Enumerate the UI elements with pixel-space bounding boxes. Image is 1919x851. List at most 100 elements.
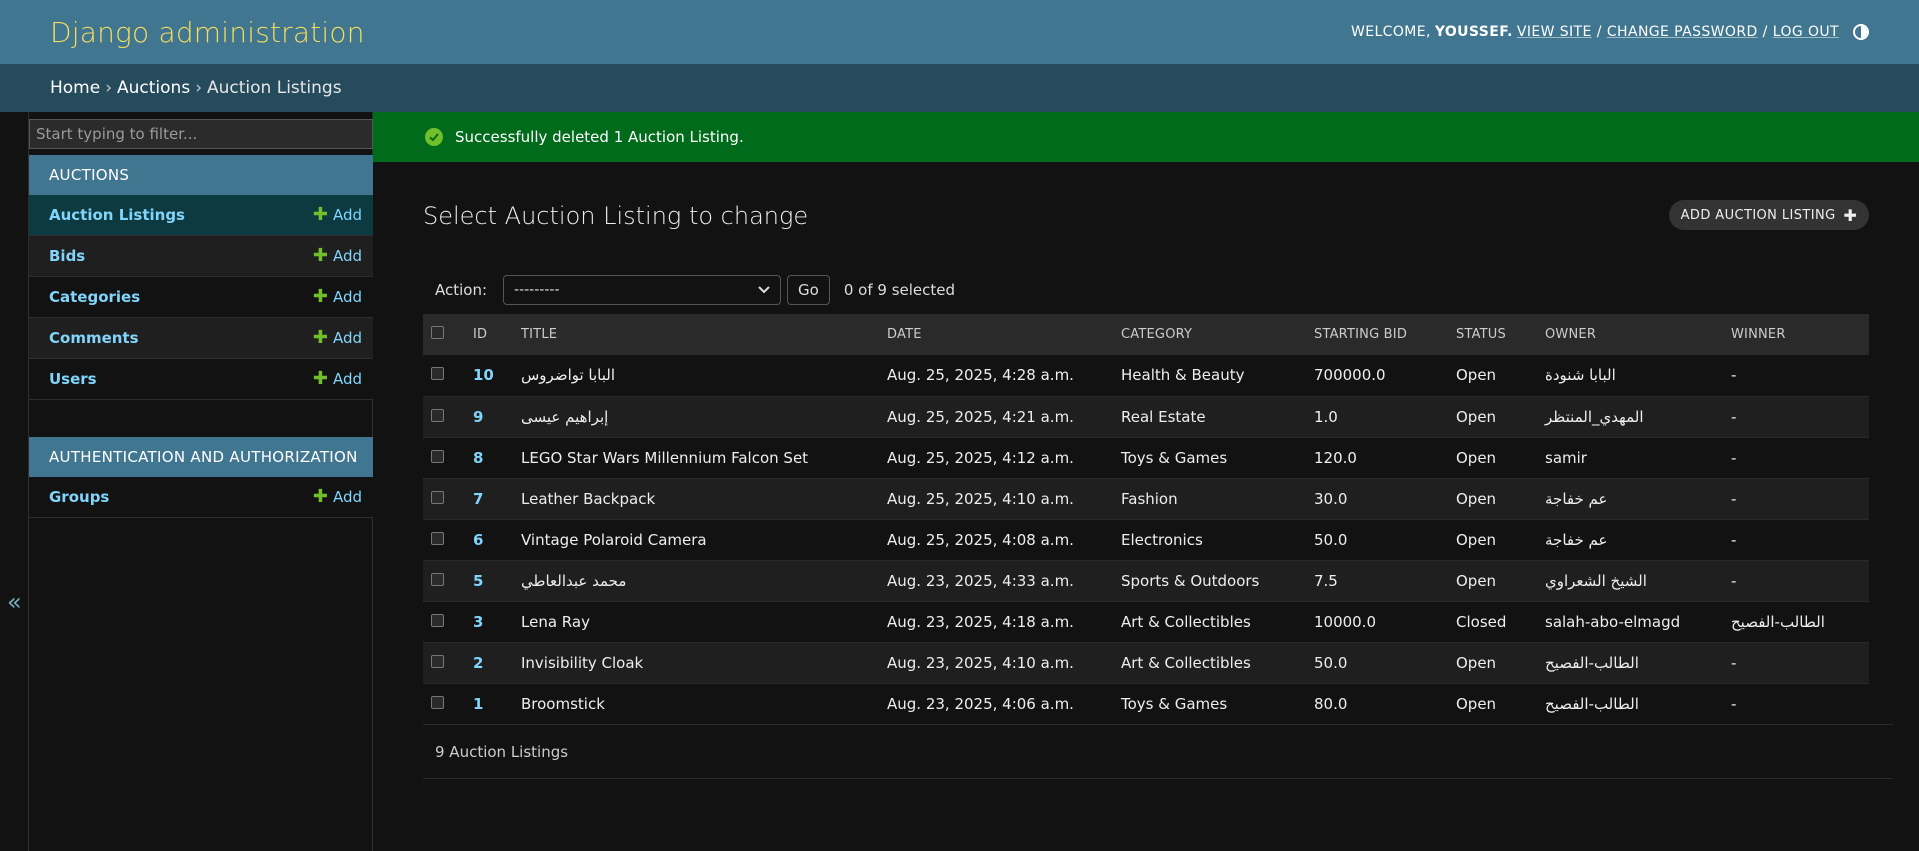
- sidebar-item-groups[interactable]: Groups ✚ Add: [29, 477, 373, 518]
- category-cell: Electronics: [1113, 519, 1306, 561]
- table-row: 9 إبراهيم عيسى Aug. 25, 2025, 4:21 a.m. …: [423, 396, 1869, 438]
- date-cell: Aug. 25, 2025, 4:21 a.m.: [879, 396, 1113, 438]
- status-cell: Open: [1448, 396, 1537, 438]
- add-icon: ✚: [312, 486, 328, 507]
- id-link[interactable]: 1: [473, 695, 483, 713]
- row-checkbox[interactable]: [431, 572, 444, 586]
- bid-cell: 700000.0: [1306, 355, 1448, 397]
- sidebar-add-link[interactable]: ✚ Add: [312, 368, 362, 389]
- row-checkbox[interactable]: [431, 613, 444, 627]
- bid-cell: 50.0: [1306, 519, 1448, 561]
- winner-cell: الطالب-الفصيح: [1723, 601, 1869, 643]
- sidebar-item-label[interactable]: Categories: [49, 288, 140, 306]
- view-site-link[interactable]: VIEW SITE: [1517, 24, 1592, 40]
- column-header-status[interactable]: STATUS: [1448, 314, 1537, 355]
- row-checkbox[interactable]: [431, 490, 444, 504]
- module-caption-auctions[interactable]: AUCTIONS: [29, 155, 373, 195]
- row-select-cell: [423, 355, 465, 397]
- date-cell: Aug. 23, 2025, 4:10 a.m.: [879, 642, 1113, 684]
- table-row: 8 LEGO Star Wars Millennium Falcon Set A…: [423, 437, 1869, 479]
- page-title: Select Auction Listing to change: [423, 202, 809, 230]
- add-icon: ✚: [312, 368, 328, 389]
- main-content: Successfully deleted 1 Auction Listing. …: [373, 112, 1919, 851]
- column-header-starting-bid[interactable]: STARTING BID: [1306, 314, 1448, 355]
- column-header-owner[interactable]: OWNER: [1537, 314, 1723, 355]
- sidebar-item-label[interactable]: Users: [49, 370, 97, 388]
- row-select-cell: [423, 642, 465, 684]
- sidebar-item-categories[interactable]: Categories ✚ Add: [29, 277, 373, 318]
- id-link[interactable]: 7: [473, 490, 483, 508]
- sidebar-collapse-strip[interactable]: «: [0, 112, 29, 851]
- table-row: 1 Broomstick Aug. 23, 2025, 4:06 a.m. To…: [423, 683, 1869, 725]
- column-header-winner[interactable]: WINNER: [1723, 314, 1869, 355]
- go-button[interactable]: Go: [787, 275, 830, 305]
- add-auction-listing-button[interactable]: ADD AUCTION LISTING ✚: [1669, 200, 1869, 230]
- row-checkbox[interactable]: [431, 695, 444, 709]
- date-cell: Aug. 25, 2025, 4:12 a.m.: [879, 437, 1113, 479]
- row-checkbox[interactable]: [431, 654, 444, 668]
- sidebar-item-bids[interactable]: Bids ✚ Add: [29, 236, 373, 277]
- chevron-down-icon: [758, 286, 770, 294]
- category-cell: Art & Collectibles: [1113, 601, 1306, 643]
- sidebar-add-link[interactable]: ✚ Add: [312, 245, 362, 266]
- column-header-date[interactable]: DATE: [879, 314, 1113, 355]
- collapse-sidebar-icon[interactable]: «: [7, 590, 22, 614]
- sidebar-add-link[interactable]: ✚ Add: [313, 206, 362, 225]
- breadcrumb-home[interactable]: Home: [50, 78, 100, 98]
- date-cell: Aug. 25, 2025, 4:08 a.m.: [879, 519, 1113, 561]
- action-select[interactable]: ---------: [503, 275, 782, 305]
- title-cell: Leather Backpack: [513, 478, 879, 520]
- actions-bar: Action: --------- Go 0 of 9 selected: [423, 272, 1869, 308]
- row-checkbox[interactable]: [431, 367, 444, 381]
- id-cell: 7: [465, 478, 513, 520]
- column-header-title[interactable]: TITLE: [513, 314, 879, 355]
- breadcrumb: Home › Auctions › Auction Listings: [0, 64, 1919, 112]
- id-link[interactable]: 10: [473, 366, 494, 384]
- id-link[interactable]: 5: [473, 572, 483, 590]
- sidebar-item-label[interactable]: Bids: [49, 247, 85, 265]
- module-caption-auth[interactable]: AUTHENTICATION AND AUTHORIZATION: [29, 437, 373, 477]
- table-row: 2 Invisibility Cloak Aug. 23, 2025, 4:10…: [423, 642, 1869, 684]
- breadcrumb-app[interactable]: Auctions: [117, 78, 190, 98]
- sidebar-add-link[interactable]: ✚ Add: [313, 329, 362, 348]
- sidebar-item-label[interactable]: Comments: [49, 329, 139, 347]
- row-checkbox[interactable]: [431, 531, 444, 545]
- sidebar-item-users[interactable]: Users ✚ Add: [29, 359, 373, 400]
- id-cell: 2: [465, 642, 513, 684]
- sidebar-item-auction-listings[interactable]: Auction Listings ✚ Add: [29, 195, 373, 236]
- sidebar-add-link[interactable]: ✚ Add: [312, 486, 362, 507]
- id-cell: 1: [465, 683, 513, 725]
- date-cell: Aug. 25, 2025, 4:28 a.m.: [879, 355, 1113, 397]
- id-cell: 10: [465, 355, 513, 397]
- category-cell: Toys & Games: [1113, 683, 1306, 725]
- id-link[interactable]: 3: [473, 613, 483, 631]
- status-cell: Open: [1448, 437, 1537, 479]
- id-link[interactable]: 9: [473, 408, 483, 426]
- add-button-label: ADD AUCTION LISTING: [1680, 207, 1836, 223]
- site-branding[interactable]: Django administration: [50, 16, 365, 49]
- id-link[interactable]: 6: [473, 531, 483, 549]
- sidebar-add-link[interactable]: ✚ Add: [313, 288, 362, 307]
- theme-toggle-icon[interactable]: [1853, 24, 1869, 40]
- sidebar-item-comments[interactable]: Comments ✚ Add: [29, 318, 373, 359]
- select-all-checkbox[interactable]: [431, 326, 444, 339]
- row-select-cell: [423, 478, 465, 520]
- row-checkbox[interactable]: [431, 408, 444, 422]
- nav-filter-input[interactable]: [29, 119, 373, 149]
- add-icon: ✚: [312, 245, 328, 266]
- table-row: 6 Vintage Polaroid Camera Aug. 25, 2025,…: [423, 519, 1869, 561]
- sidebar-item-label[interactable]: Auction Listings: [49, 206, 185, 224]
- id-link[interactable]: 2: [473, 654, 483, 672]
- column-header-category[interactable]: CATEGORY: [1113, 314, 1306, 355]
- sidebar-item-label[interactable]: Groups: [49, 488, 109, 506]
- success-check-icon: [425, 128, 443, 146]
- id-link[interactable]: 8: [473, 449, 483, 467]
- title-cell: محمد عبدالعاطي: [513, 560, 879, 602]
- change-password-link[interactable]: CHANGE PASSWORD: [1607, 24, 1758, 40]
- bid-cell: 120.0: [1306, 437, 1448, 479]
- tools-separator: /: [1596, 24, 1602, 40]
- selection-count: 0 of 9 selected: [843, 281, 956, 299]
- column-header-id[interactable]: ID: [465, 314, 513, 355]
- row-checkbox[interactable]: [431, 449, 444, 463]
- log-out-link[interactable]: LOG OUT: [1773, 24, 1839, 40]
